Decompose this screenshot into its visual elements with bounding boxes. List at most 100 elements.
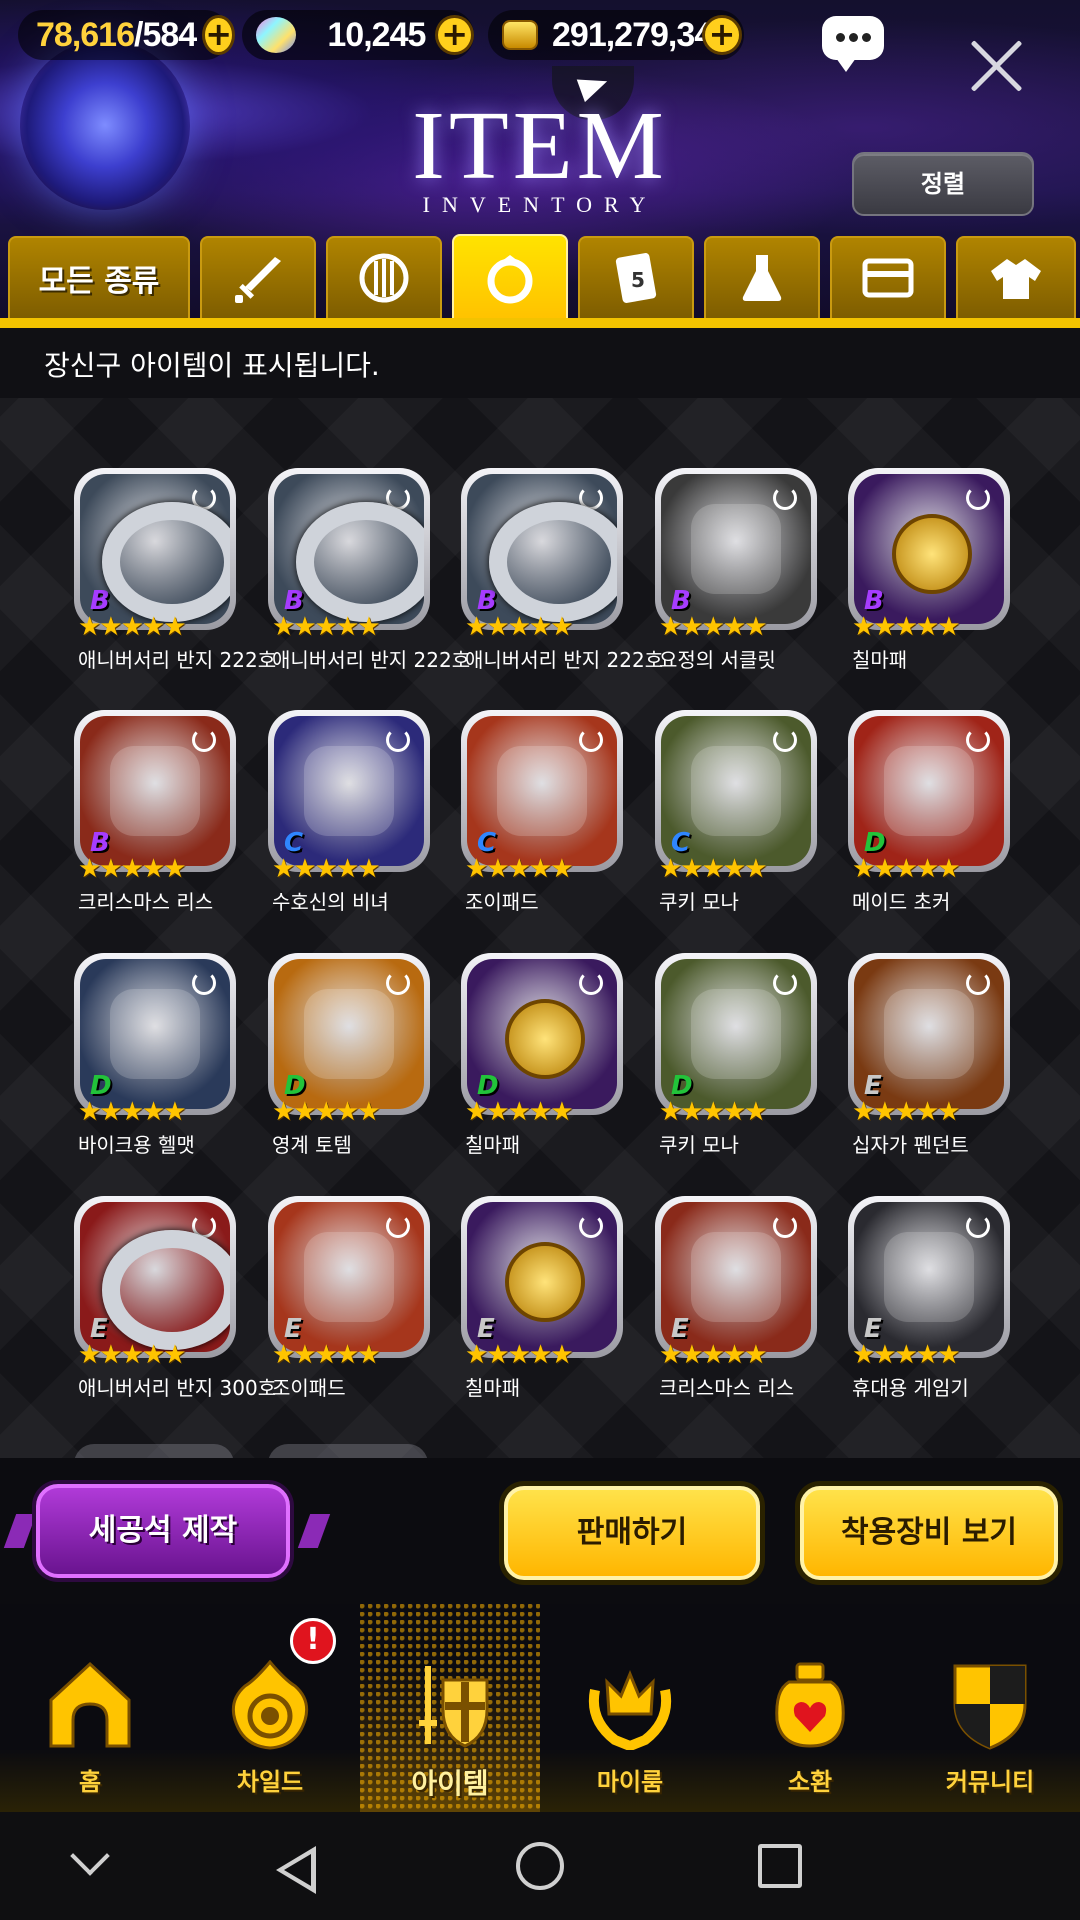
inventory-item[interactable]: B ★★★★★ 크리스마스 리스 [74,710,244,914]
item-icon-frame: D [268,953,430,1115]
item-icon-frame: D [74,953,236,1115]
refresh-icon [773,728,797,752]
item-icon-frame: E [74,1196,236,1358]
item-icon-frame: D [848,710,1010,872]
sort-button[interactable]: 정렬 [852,152,1034,216]
item-stars: ★★★★★ [465,1097,574,1127]
add-hp-button[interactable]: + [202,15,235,55]
tab-label: 모든 종류 [38,264,160,299]
inventory-item[interactable]: E ★★★★★ 조이패드 [268,1196,438,1400]
inventory-item[interactable]: D ★★★★★ 쿠키 모나 [655,953,825,1157]
inventory-item[interactable]: E ★★★★★ 크리스마스 리스 [655,1196,825,1400]
next-row-item [74,1444,234,1458]
inventory-item[interactable]: E ★★★★★ 휴대용 게임기 [848,1196,1018,1400]
flask-icon [735,251,789,305]
view-equipped-button[interactable]: 착용장비 보기 [800,1486,1058,1580]
inventory-item[interactable]: B ★★★★★ 요정의 서클릿 [655,468,825,672]
recent-apps-icon[interactable] [758,1844,802,1888]
tab-costume[interactable] [956,236,1076,318]
home-circle-icon[interactable] [516,1842,564,1890]
refresh-icon [386,1214,410,1238]
item-icon-frame: B [848,468,1010,630]
inventory-item[interactable]: D ★★★★★ 영계 토템 [268,953,438,1157]
item-icon-frame: D [461,953,623,1115]
info-text: 장신구 아이템이 표시됩니다. [44,349,380,382]
refresh-icon [579,971,603,995]
gold-counter: 291,279,346 + [488,10,744,60]
nav-label: 커뮤니티 [945,1768,1035,1796]
tab-weapon[interactable] [200,236,316,318]
close-icon[interactable] [966,36,1026,96]
inventory-item[interactable]: B ★★★★★ 애니버서리 반지 222호 [268,468,470,672]
gem-value: 10,245 [327,15,426,54]
refresh-icon [966,728,990,752]
add-gold-button[interactable]: + [702,15,742,55]
inventory-item[interactable]: C ★★★★★ 수호신의 비녀 [268,710,438,914]
chevron-down-icon[interactable] [70,1836,110,1876]
inventory-item[interactable]: D ★★★★★ 바이크용 헬맷 [74,953,244,1157]
tab-consumable[interactable] [704,236,820,318]
tab-all-types[interactable]: 모든 종류 [8,236,190,318]
card-case-icon [861,251,915,305]
child-icon [225,1659,315,1750]
item-stars: ★★★★★ [659,612,768,642]
item-stars: ★★★★★ [272,854,381,884]
tab-armor[interactable] [326,236,442,318]
inventory-item[interactable]: D ★★★★★ 칠마패 [461,953,631,1157]
hp-max-value: /584 [134,15,197,54]
item-stars: ★★★★★ [659,1097,768,1127]
inventory-item[interactable]: C ★★★★★ 조이패드 [461,710,631,914]
generic-item-art-icon: C [467,716,617,866]
inventory-item[interactable]: C ★★★★★ 쿠키 모나 [655,710,825,914]
nav-myroom[interactable]: 마이룸 [540,1604,720,1812]
craft-gemstone-button[interactable]: 세공석 제작 [36,1484,290,1578]
tab-accessory[interactable] [452,234,568,320]
item-icon-frame: E [655,1196,817,1358]
category-tabs: 모든 종류 5 [0,234,1080,328]
item-name: 크리스마스 리스 [78,890,214,914]
item-name: 칠마패 [465,1376,521,1400]
gold-coin-icon [502,20,538,50]
add-gem-button[interactable]: + [435,15,474,55]
nav-home[interactable]: 홈 [0,1604,180,1812]
item-name: 쿠키 모나 [659,1133,739,1157]
myroom-icon [585,1660,675,1752]
nav-summon[interactable]: 소환 [720,1604,900,1812]
inventory-item[interactable]: E ★★★★★ 십자가 펜던트 [848,953,1018,1157]
inventory-item[interactable]: E ★★★★★ 애니버서리 반지 300호 [74,1196,276,1400]
generic-item-art-icon: C [274,716,424,866]
refresh-icon [192,1214,216,1238]
nav-label: 아이템 [411,1767,489,1800]
generic-item-art-icon: B [661,474,811,624]
inventory-item[interactable]: B ★★★★★ 애니버서리 반지 222호 [461,468,663,672]
child-alert-badge: ! [290,1618,336,1664]
refresh-icon [386,728,410,752]
tab-card-case[interactable] [830,236,946,318]
item-name: 조이패드 [465,890,539,914]
chat-icon[interactable] [822,16,884,72]
nav-community[interactable]: 커뮤니티 [900,1604,1080,1812]
inventory-item[interactable]: B ★★★★★ 칠마패 [848,468,1018,672]
generic-item-art-icon: E [854,959,1004,1109]
item-icon-frame: D [655,953,817,1115]
item-name: 휴대용 게임기 [852,1376,969,1400]
inventory-item[interactable]: D ★★★★★ 메이드 초커 [848,710,1018,914]
item-icon-frame: B [268,468,430,630]
refresh-icon [192,486,216,510]
tab-card[interactable]: 5 [578,236,694,318]
community-icon [945,1660,1035,1750]
summon-icon [765,1660,855,1750]
inventory-item[interactable]: E ★★★★★ 칠마패 [461,1196,631,1400]
gem-counter: 10,245 + [242,10,474,60]
inventory-item[interactable]: B ★★★★★ 애니버서리 반지 222호 [74,468,276,672]
bottom-nav: 홈 차일드 아이템 마이룸 소환 커뮤니티 [0,1604,1080,1812]
item-stars: ★★★★★ [465,612,574,642]
refresh-icon [773,971,797,995]
nav-item[interactable]: 아이템 [360,1604,540,1812]
item-icon [405,1660,495,1750]
back-icon[interactable] [276,1846,316,1894]
ring-item-art-icon: B [80,474,230,624]
sell-button[interactable]: 판매하기 [504,1486,760,1580]
hp-value: 78,616 [36,15,135,54]
item-grid[interactable]: B ★★★★★ 애니버서리 반지 222호 B ★★★★★ 애니버서리 반지 222호 B ★… [0,398,1080,1458]
